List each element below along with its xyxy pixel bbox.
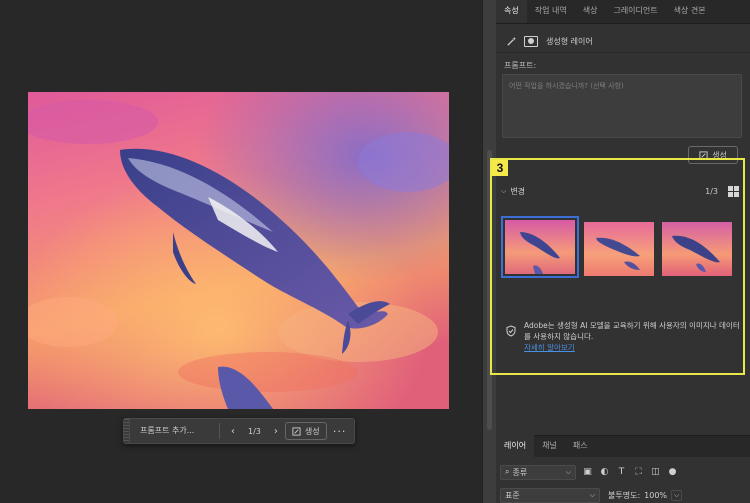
chevron-down-icon: ⌵ <box>589 490 595 499</box>
tab-channels[interactable]: 채널 <box>534 435 565 457</box>
divider <box>219 423 220 439</box>
more-options-button[interactable]: ··· <box>331 421 349 441</box>
layer-type-label: 생성형 레이어 <box>546 36 593 46</box>
context-generate-button[interactable]: 생성 <box>284 422 327 440</box>
canvas-whale-image[interactable] <box>28 92 449 409</box>
adjustment-filter-icon[interactable]: ◐ <box>599 467 610 478</box>
annotation-number-badge: 3 <box>492 160 508 176</box>
image-filter-icon[interactable]: ▣ <box>582 467 593 478</box>
layer-filter-row: ⌕ 종류 ⌵ ▣ ◐ T ⛶ ◫ ● <box>500 463 750 481</box>
layer-type-row: 생성형 레이어 <box>504 32 593 50</box>
blend-row: 표준 ⌵ 불투명도: 100% ⌵ <box>500 487 750 503</box>
divider <box>496 52 750 53</box>
drag-handle[interactable] <box>124 419 130 443</box>
tab-history[interactable]: 작업 내역 <box>527 0 575 23</box>
tab-color[interactable]: 색상 <box>575 0 606 23</box>
tab-properties[interactable]: 속성 <box>496 0 527 23</box>
context-generate-label: 생성 <box>304 426 320 436</box>
annotation-highlight-box: 3 <box>490 158 745 375</box>
chevron-right-icon: › <box>273 425 278 437</box>
opacity-value: 100% <box>644 490 668 500</box>
properties-tabbar: 속성 작업 내역 색상 그레이디언트 색상 견본 <box>496 0 750 24</box>
blend-mode-select[interactable]: 표준 ⌵ <box>500 487 600 503</box>
next-variation-button[interactable]: › <box>267 421 285 441</box>
chevron-down-icon: ⌵ <box>565 467 571 476</box>
whale-artwork <box>28 92 449 409</box>
tab-gradient[interactable]: 그레이디언트 <box>605 0 665 23</box>
chevron-down-icon: ⌵ <box>671 489 683 501</box>
layer-kind-filter[interactable]: ⌕ 종류 ⌵ <box>500 464 576 480</box>
smart-object-filter-icon[interactable]: ◫ <box>650 467 661 478</box>
chevron-left-icon: ‹ <box>231 425 235 437</box>
shape-filter-icon[interactable]: ⛶ <box>633 467 644 478</box>
type-filter-icon[interactable]: T <box>616 467 627 478</box>
opacity-label: 불투명도: <box>608 490 641 500</box>
tab-paths[interactable]: 패스 <box>565 435 596 457</box>
filter-toggle-icon[interactable]: ● <box>667 467 678 478</box>
previous-variation-button[interactable]: ‹ <box>224 421 242 441</box>
variation-counter: 1/3 <box>248 426 261 436</box>
canvas-area[interactable]: 프롬프트 추가... ‹ 1/3 › 생성 ··· <box>0 0 482 503</box>
layer-kind-label: 종류 <box>512 467 528 477</box>
tab-swatches[interactable]: 색상 견본 <box>666 0 714 23</box>
magic-wand-icon <box>504 34 518 48</box>
opacity-control[interactable]: 불투명도: 100% ⌵ <box>608 489 683 501</box>
prompt-label: 프롬프트: <box>504 61 537 70</box>
tab-layers[interactable]: 레이어 <box>496 435 535 457</box>
search-icon: ⌕ <box>505 467 510 476</box>
layer-mask-icon <box>524 35 538 47</box>
layers-tabbar: 레이어 채널 패스 <box>496 435 750 457</box>
blend-mode-value: 표준 <box>505 490 520 500</box>
context-prompt-input[interactable]: 프롬프트 추가... <box>135 422 215 440</box>
generate-sparkle-icon <box>292 426 301 436</box>
contextual-task-bar: 프롬프트 추가... ‹ 1/3 › 생성 ··· <box>123 418 355 444</box>
prompt-input[interactable]: 어떤 작업을 하시겠습니까? (선택 사항) <box>502 74 742 138</box>
